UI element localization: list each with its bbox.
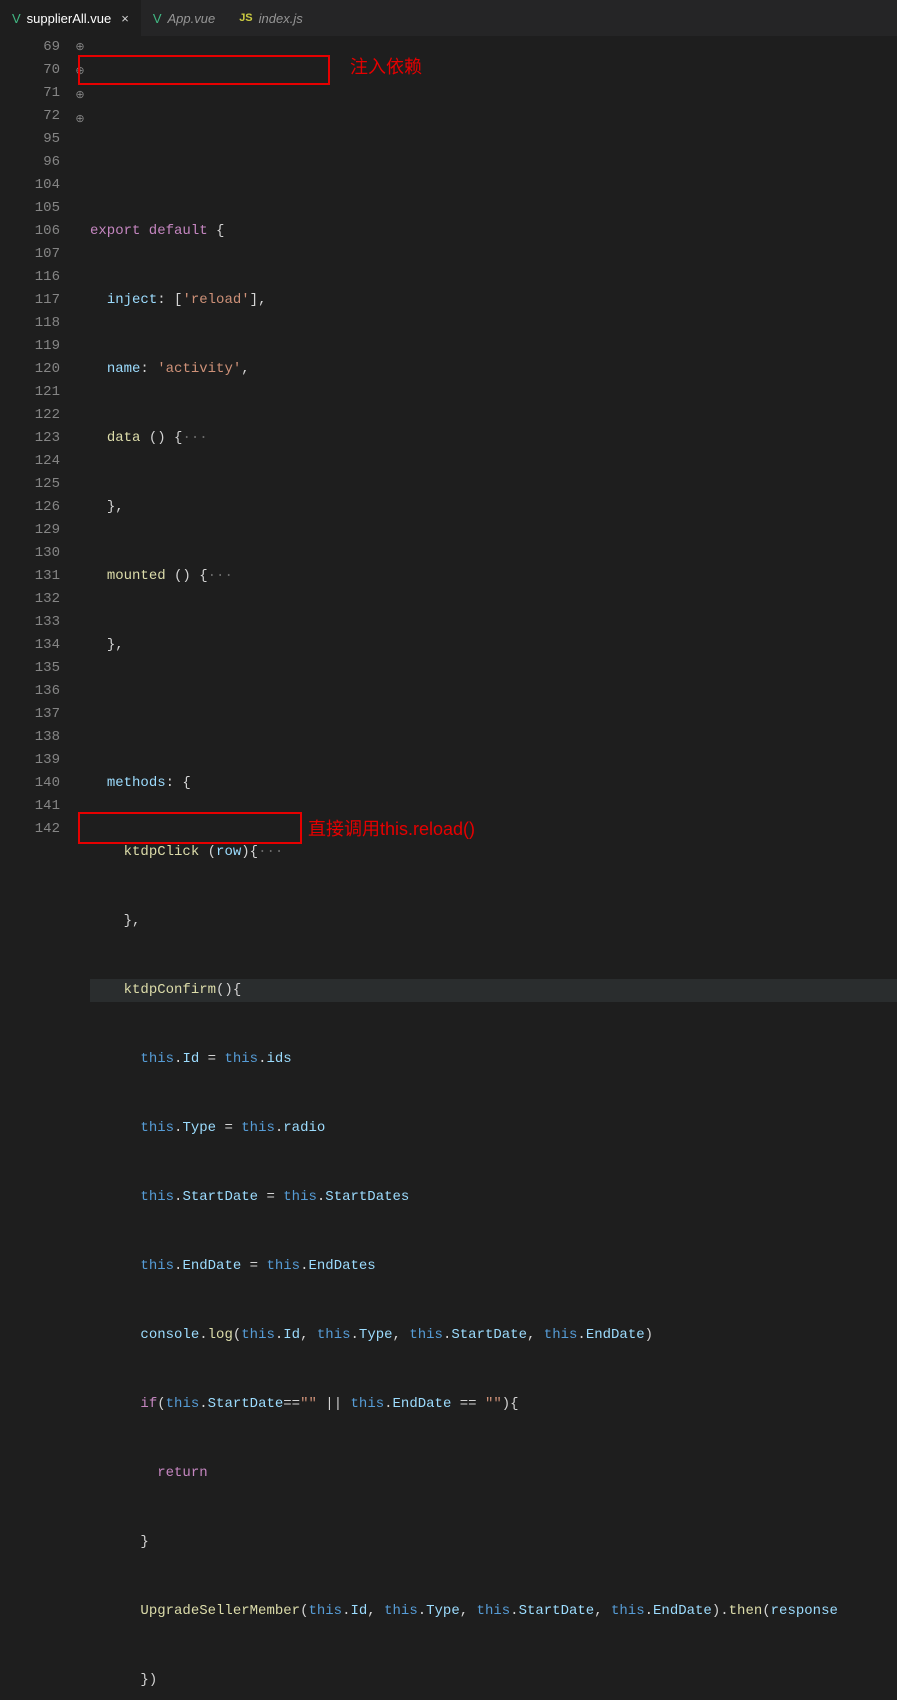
tab-app-vue[interactable]: V App.vue — [141, 0, 227, 36]
vue-icon: V — [153, 11, 162, 26]
code-line: this.Id = this.ids — [90, 1048, 897, 1071]
vue-icon: V — [12, 11, 21, 26]
code-line: mounted () {··· — [90, 565, 897, 588]
annotation-box-reload — [78, 812, 302, 844]
tab-supplier-all[interactable]: V supplierAll.vue × — [0, 0, 141, 36]
code-line: }, — [90, 496, 897, 519]
code-line: ktdpClick (row){··· — [90, 841, 897, 864]
annotation-box-inject — [78, 55, 330, 85]
code-line: export default { — [90, 220, 897, 243]
code-line: name: 'activity', — [90, 358, 897, 381]
code-line: } — [90, 1531, 897, 1554]
tab-label: index.js — [259, 11, 303, 26]
code-line: if(this.StartDate=="" || this.EndDate ==… — [90, 1393, 897, 1416]
code-line: this.EndDate = this.EndDates — [90, 1255, 897, 1278]
code-line: }) — [90, 1669, 897, 1692]
tab-bar: V supplierAll.vue × V App.vue JS index.j… — [0, 0, 897, 36]
code-line: data () {··· — [90, 427, 897, 450]
code-line: console.log(this.Id, this.Type, this.Sta… — [90, 1324, 897, 1347]
code-line — [90, 703, 897, 726]
tab-index-js[interactable]: JS index.js — [227, 0, 315, 36]
code-line: methods: { — [90, 772, 897, 795]
code-line: this.Type = this.radio — [90, 1117, 897, 1140]
annotation-text-inject: 注入依赖 — [350, 56, 422, 79]
fold-icon[interactable]: ⊕ — [75, 90, 84, 102]
fold-icon[interactable]: ⊕ — [75, 66, 84, 78]
editor[interactable]: 69 70 71 72 95 96 104 105 106 107 116 11… — [0, 36, 897, 850]
code-line: return — [90, 1462, 897, 1485]
code-line: ktdpConfirm(){ — [90, 979, 897, 1002]
code-line: UpgradeSellerMember(this.Id, this.Type, … — [90, 1600, 897, 1623]
js-icon: JS — [239, 12, 252, 24]
tab-label: supplierAll.vue — [27, 11, 112, 26]
annotation-text-reload: 直接调用this.reload() — [308, 818, 475, 841]
code-line: }, — [90, 634, 897, 657]
fold-gutter: ⊕ ⊕ ⊕ ⊕ — [70, 36, 90, 850]
code-line: inject: ['reload'], — [90, 289, 897, 312]
fold-icon[interactable]: ⊕ — [75, 114, 84, 126]
tab-label: App.vue — [167, 11, 215, 26]
code-line: this.StartDate = this.StartDates — [90, 1186, 897, 1209]
close-icon[interactable]: × — [121, 11, 129, 26]
code-area[interactable]: 注入依赖 直接调用this.reload() export default { … — [90, 36, 897, 850]
fold-icon[interactable]: ⊕ — [75, 42, 84, 54]
line-number-gutter: 69 70 71 72 95 96 104 105 106 107 116 11… — [0, 36, 70, 850]
code-line: }, — [90, 910, 897, 933]
